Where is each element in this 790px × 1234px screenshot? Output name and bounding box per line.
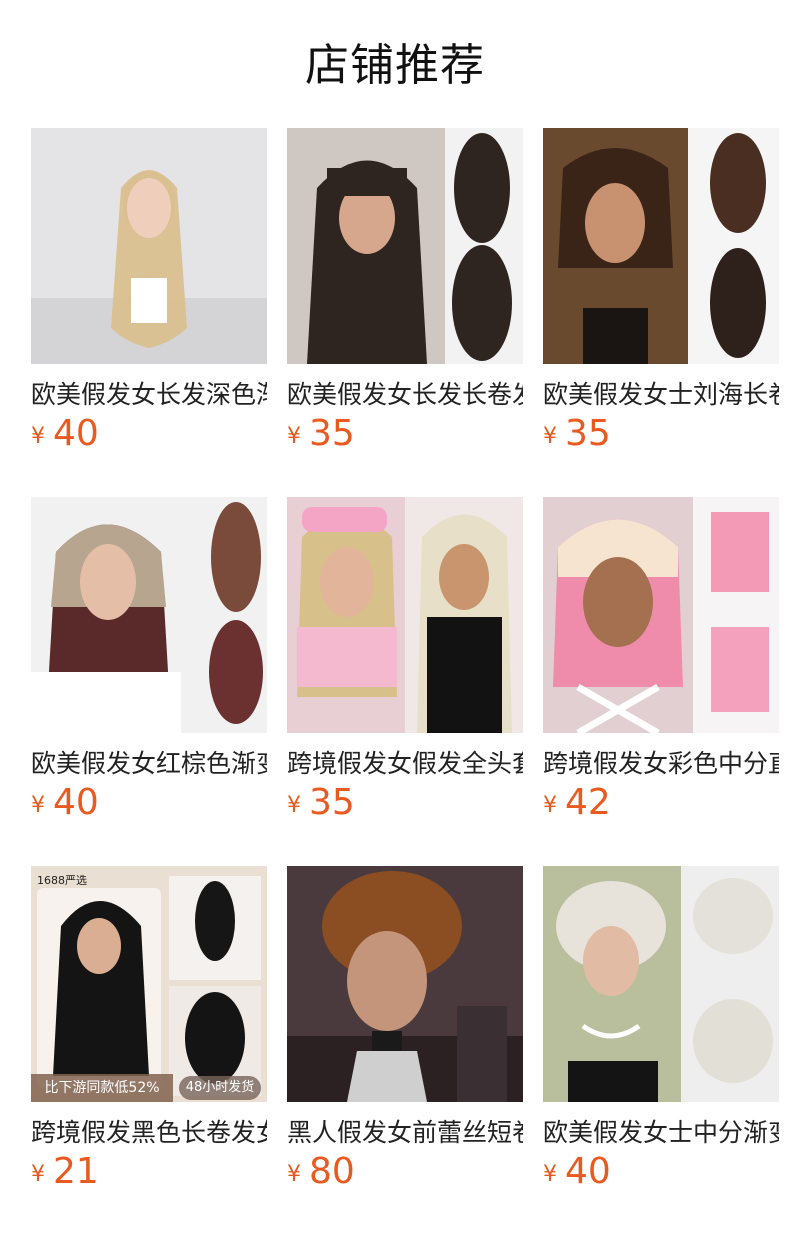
product-price: ¥35 [287,782,355,823]
product-name[interactable]: 欧美假发女长发长卷发 [287,378,523,412]
discount-badge: 比下游同款低52% [31,1074,173,1102]
product-name[interactable]: 跨境假发女彩色中分直发 [543,747,779,781]
product-image[interactable] [543,128,779,364]
product-price: ¥35 [287,413,355,454]
product-price: ¥40 [31,413,99,454]
product-price: ¥35 [543,413,611,454]
product-name[interactable]: 欧美假发女红棕色渐变 [31,747,267,781]
currency-symbol: ¥ [31,1161,45,1187]
product-image[interactable] [543,866,779,1102]
currency-symbol: ¥ [287,423,301,449]
product-image[interactable] [31,497,267,733]
product-image[interactable] [543,497,779,733]
source-badge: 1688严选 [37,874,87,887]
currency-symbol: ¥ [287,1161,301,1187]
product-price: ¥80 [287,1151,355,1192]
currency-symbol: ¥ [543,1161,557,1187]
product-image[interactable]: 1688严选 比下游同款低52% 48小时发货 [31,866,267,1102]
product-image[interactable] [287,497,523,733]
product-image[interactable] [287,128,523,364]
currency-symbol: ¥ [31,792,45,818]
product-price: ¥40 [543,1151,611,1192]
product-image[interactable] [287,866,523,1102]
currency-symbol: ¥ [543,792,557,818]
product-grid: 欧美假发女长发深色渐变 ¥40 欧美假发女长发长卷发 ¥35 [0,0,790,1234]
shipping-badge: 48小时发货 [179,1076,261,1100]
product-name[interactable]: 黑人假发女前蕾丝短卷发 [287,1116,523,1150]
currency-symbol: ¥ [287,792,301,818]
product-name[interactable]: 跨境假发女假发全头套 [287,747,523,781]
product-name[interactable]: 欧美假发女士刘海长卷发 [543,378,779,412]
product-name[interactable]: 欧美假发女士中分渐变 [543,1116,779,1150]
product-name[interactable]: 跨境假发黑色长卷发女 [31,1116,267,1150]
currency-symbol: ¥ [543,423,557,449]
currency-symbol: ¥ [31,423,45,449]
product-price: ¥42 [543,782,611,823]
product-price: ¥21 [31,1151,99,1192]
product-image[interactable] [31,128,267,364]
product-name[interactable]: 欧美假发女长发深色渐变 [31,378,267,412]
product-price: ¥40 [31,782,99,823]
